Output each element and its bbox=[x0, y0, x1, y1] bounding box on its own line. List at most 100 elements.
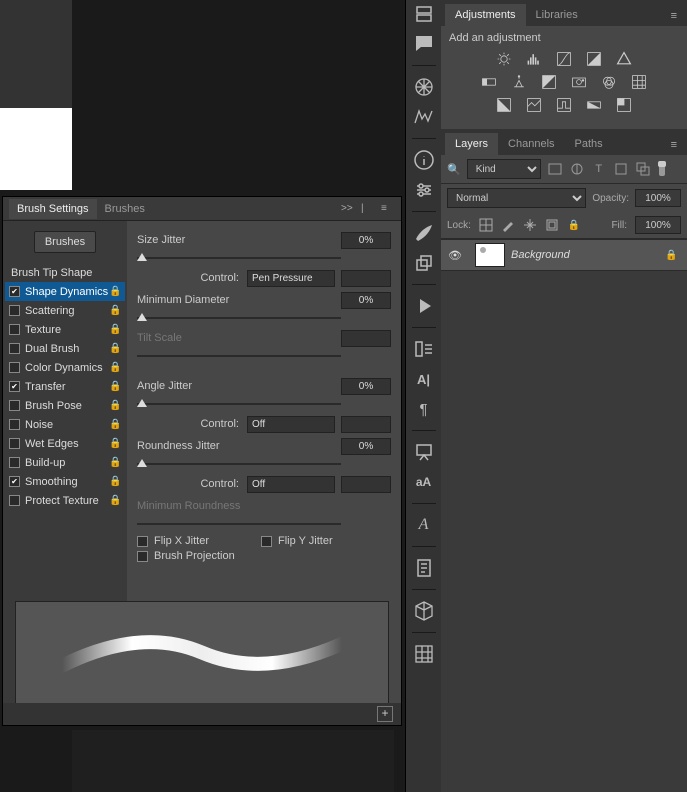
sidebar-item-transfer[interactable]: ✔ Transfer 🔒 bbox=[5, 377, 125, 396]
invert-icon[interactable] bbox=[494, 96, 514, 114]
filter-pixel-icon[interactable] bbox=[547, 161, 563, 177]
layer-filter-kind-select[interactable]: Kind bbox=[467, 159, 541, 179]
slider-thumb-icon[interactable] bbox=[137, 253, 147, 261]
sidebar-item-wet-edges[interactable]: Wet Edges 🔒 bbox=[5, 434, 125, 453]
lock-position-icon[interactable] bbox=[523, 218, 537, 232]
tab-adjustments[interactable]: Adjustments bbox=[445, 4, 526, 26]
color-panel-icon[interactable] bbox=[412, 75, 436, 99]
flip-x-checkbox[interactable] bbox=[137, 536, 148, 547]
layer-lock-icon[interactable]: 🔒 bbox=[665, 250, 687, 261]
tab-paths[interactable]: Paths bbox=[565, 133, 613, 155]
checkbox-icon[interactable] bbox=[9, 343, 20, 354]
brush-projection-checkbox[interactable] bbox=[137, 551, 148, 562]
lock-icon[interactable]: 🔒 bbox=[109, 495, 121, 506]
sidebar-item-dual-brush[interactable]: Dual Brush 🔒 bbox=[5, 339, 125, 358]
curves-icon[interactable] bbox=[554, 50, 574, 68]
sidebar-item-scattering[interactable]: Scattering 🔒 bbox=[5, 301, 125, 320]
color-lookup-icon[interactable] bbox=[629, 73, 649, 91]
collapse-icon[interactable]: >> bbox=[341, 203, 355, 215]
lock-icon[interactable]: 🔒 bbox=[109, 362, 121, 373]
checkbox-icon[interactable] bbox=[9, 457, 20, 468]
lock-icon[interactable]: 🔒 bbox=[109, 343, 121, 354]
clone-source-panel-icon[interactable] bbox=[412, 251, 436, 275]
checkbox-icon[interactable] bbox=[9, 438, 20, 449]
lock-icon[interactable]: 🔒 bbox=[109, 381, 121, 392]
lock-icon[interactable]: 🔒 bbox=[109, 438, 121, 449]
size-control-select[interactable]: Pen Pressure bbox=[247, 270, 335, 287]
layer-visibility-icon[interactable]: 👁 bbox=[441, 249, 469, 262]
lock-icon[interactable]: 🔒 bbox=[109, 457, 121, 468]
brush-settings-panel-icon[interactable] bbox=[412, 221, 436, 245]
checkbox-icon[interactable] bbox=[9, 305, 20, 316]
blend-mode-select[interactable]: Normal bbox=[447, 188, 586, 208]
info-panel-icon[interactable] bbox=[412, 148, 436, 172]
layer-name[interactable]: Background bbox=[511, 249, 665, 261]
checkbox-icon[interactable] bbox=[9, 495, 20, 506]
levels-icon[interactable] bbox=[524, 50, 544, 68]
brightness-contrast-icon[interactable] bbox=[494, 50, 514, 68]
panel-menu-icon[interactable]: ≡ bbox=[381, 203, 395, 215]
lock-artboard-icon[interactable] bbox=[545, 218, 559, 232]
checkbox-icon[interactable]: ✔ bbox=[9, 381, 20, 392]
3d-panel-icon[interactable] bbox=[412, 599, 436, 623]
roundness-control-select[interactable]: Off bbox=[247, 476, 335, 493]
slider-thumb-icon[interactable] bbox=[137, 313, 147, 321]
paragraph-panel-icon[interactable]: ¶ bbox=[412, 397, 436, 421]
sidebar-item-brush-pose[interactable]: Brush Pose 🔒 bbox=[5, 396, 125, 415]
channel-mixer-icon[interactable] bbox=[599, 73, 619, 91]
lock-icon[interactable]: 🔒 bbox=[109, 476, 121, 487]
lock-transparency-icon[interactable] bbox=[479, 218, 493, 232]
properties-panel-icon[interactable] bbox=[412, 178, 436, 202]
lock-icon[interactable]: 🔒 bbox=[109, 305, 121, 316]
sidebar-item-smoothing[interactable]: ✔ Smoothing 🔒 bbox=[5, 472, 125, 491]
checkbox-icon[interactable] bbox=[9, 400, 20, 411]
new-brush-preset-button[interactable]: + bbox=[377, 706, 393, 722]
filter-shape-icon[interactable] bbox=[613, 161, 629, 177]
layer-thumbnail[interactable] bbox=[475, 243, 505, 267]
tab-brush-settings[interactable]: Brush Settings bbox=[9, 199, 97, 219]
size-jitter-input[interactable] bbox=[341, 232, 391, 249]
lock-icon[interactable]: 🔒 bbox=[109, 400, 121, 411]
tab-libraries[interactable]: Libraries bbox=[526, 4, 588, 26]
roundness-jitter-slider[interactable] bbox=[137, 457, 391, 469]
posterize-icon[interactable] bbox=[524, 96, 544, 114]
tab-layers[interactable]: Layers bbox=[445, 133, 498, 155]
photo-filter-icon[interactable] bbox=[569, 73, 589, 91]
angle-control-extra-input[interactable] bbox=[341, 416, 391, 433]
lock-icon[interactable]: 🔒 bbox=[109, 286, 121, 297]
exposure-icon[interactable] bbox=[584, 50, 604, 68]
lock-icon[interactable]: 🔒 bbox=[109, 419, 121, 430]
filter-adjustment-icon[interactable] bbox=[569, 161, 585, 177]
hue-sat-icon[interactable] bbox=[479, 73, 499, 91]
filter-smart-icon[interactable] bbox=[635, 161, 651, 177]
notes-panel-icon[interactable] bbox=[412, 556, 436, 580]
comments-panel-icon[interactable] bbox=[412, 32, 436, 56]
angle-jitter-slider[interactable] bbox=[137, 397, 391, 409]
layer-row-background[interactable]: 👁 Background 🔒 bbox=[441, 239, 687, 271]
size-jitter-slider[interactable] bbox=[137, 251, 391, 263]
roundness-control-extra-input[interactable] bbox=[341, 476, 391, 493]
panel-menu-icon[interactable]: ≡ bbox=[665, 6, 683, 26]
actions-panel-icon[interactable] bbox=[412, 294, 436, 318]
character-panel-icon[interactable]: A| bbox=[412, 367, 436, 391]
sidebar-item-shape-dynamics[interactable]: ✔ Shape Dynamics 🔒 bbox=[5, 282, 125, 301]
sidebar-item-brush-tip-shape[interactable]: Brush Tip Shape bbox=[5, 263, 125, 282]
vibrance-icon[interactable] bbox=[614, 50, 634, 68]
paragraph-styles-panel-icon[interactable] bbox=[412, 337, 436, 361]
sidebar-item-texture[interactable]: Texture 🔒 bbox=[5, 320, 125, 339]
lock-icon[interactable]: 🔒 bbox=[109, 324, 121, 335]
swatches-panel-icon[interactable] bbox=[412, 105, 436, 129]
sidebar-item-color-dynamics[interactable]: Color Dynamics 🔒 bbox=[5, 358, 125, 377]
measurement-panel-icon[interactable] bbox=[412, 642, 436, 666]
flip-y-checkbox[interactable] bbox=[261, 536, 272, 547]
checkbox-icon[interactable]: ✔ bbox=[9, 286, 20, 297]
slider-thumb-icon[interactable] bbox=[137, 459, 147, 467]
checkbox-icon[interactable] bbox=[9, 419, 20, 430]
tab-brushes[interactable]: Brushes bbox=[97, 199, 153, 219]
panel-menu-icon[interactable]: ≡ bbox=[665, 135, 683, 155]
opacity-input[interactable] bbox=[635, 189, 681, 207]
lock-all-icon[interactable]: 🔒 bbox=[567, 218, 581, 232]
tab-channels[interactable]: Channels bbox=[498, 133, 564, 155]
angle-control-select[interactable]: Off bbox=[247, 416, 335, 433]
history-panel-icon[interactable] bbox=[412, 2, 436, 26]
